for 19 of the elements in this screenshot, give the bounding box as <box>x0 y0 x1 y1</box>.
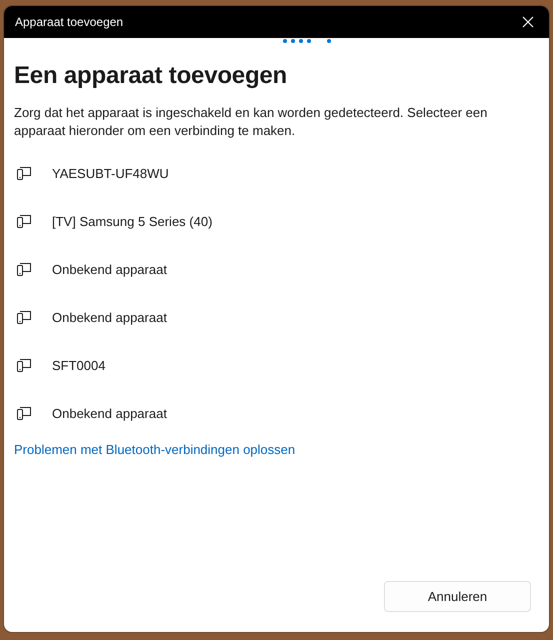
window-title: Apparaat toevoegen <box>15 15 124 29</box>
instruction-text: Zorg dat het apparaat is ingeschakeld en kan worden gedetecteerd. Selecteer een apparaat hieronder om een verbinding te maken. <box>14 104 488 140</box>
device-icon <box>16 166 32 180</box>
device-name[interactable]: YAESUBT-UF48WU <box>52 166 169 180</box>
device-name[interactable]: Onbekend apparaat <box>52 406 167 420</box>
close-icon[interactable] <box>521 15 535 29</box>
device-icon <box>16 262 32 276</box>
loading-indicator <box>282 38 332 44</box>
device-name[interactable]: SFT0004 <box>52 358 106 372</box>
troubleshoot-link[interactable]: Problemen met Bluetooth-verbindingen oplossen <box>14 442 296 457</box>
device-icon <box>16 406 32 420</box>
device-name[interactable]: Onbekend apparaat <box>52 310 167 324</box>
dialog-heading: Een apparaat toevoegen <box>14 62 288 90</box>
device-icon <box>16 310 32 324</box>
device-name[interactable]: Onbekend apparaat <box>52 262 167 276</box>
device-icon <box>16 358 32 372</box>
cancel-button[interactable]: Annuleren <box>384 581 531 612</box>
device-name[interactable]: [TV] Samsung 5 Series (40) <box>52 214 212 228</box>
device-icon <box>16 214 32 228</box>
